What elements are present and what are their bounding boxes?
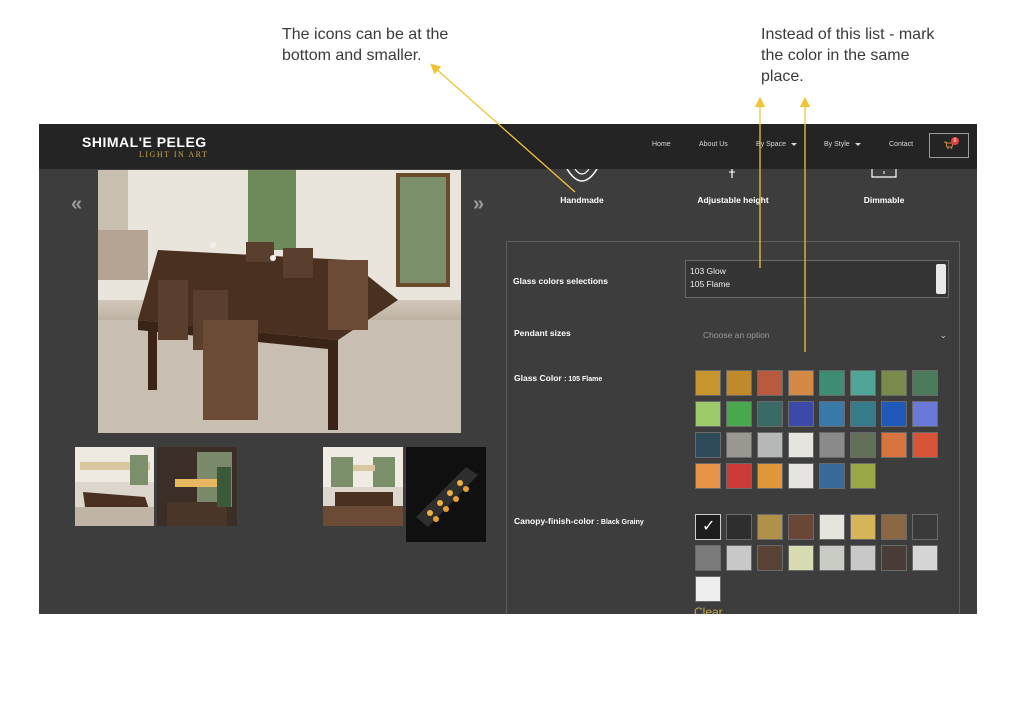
glass-color-swatch[interactable]	[726, 370, 752, 396]
gallery-next-button[interactable]: »	[473, 193, 484, 216]
glass-color-swatch[interactable]	[695, 463, 721, 489]
adjustable-height-icon	[729, 169, 735, 178]
glass-color-swatch[interactable]	[757, 401, 783, 427]
glass-color-swatch[interactable]	[819, 370, 845, 396]
logo-tagline: LIGHT IN ART	[139, 150, 209, 159]
glass-color-swatch[interactable]	[757, 432, 783, 458]
canopy-color-swatch[interactable]	[819, 545, 845, 571]
nav-by-style[interactable]: By Style	[824, 141, 861, 148]
chevron-down-icon	[854, 142, 861, 146]
nav-by-style-label: By Style	[824, 141, 850, 148]
nav-by-space[interactable]: By Space	[756, 141, 797, 148]
glass-color-swatch[interactable]	[726, 401, 752, 427]
glass-color-swatch[interactable]	[912, 432, 938, 458]
canopy-color-swatch[interactable]	[912, 545, 938, 571]
listbox-scrollbar[interactable]	[936, 264, 946, 294]
canopy-color-swatch[interactable]	[788, 514, 814, 540]
logo-name: SHIMAL'E PELEG	[82, 134, 207, 150]
pendant-sizes-label: Pendant sizes	[514, 328, 571, 338]
annotation-note-icons: The icons can be at the bottom and small…	[282, 26, 449, 64]
handmade-icon	[566, 169, 598, 182]
glass-colors-option-2[interactable]: 105 Flame	[686, 278, 948, 291]
glass-color-swatch[interactable]	[695, 432, 721, 458]
glass-color-label: Glass Color : 105 Flame	[514, 373, 602, 383]
canopy-color-swatch[interactable]	[850, 545, 876, 571]
main-product-photo	[98, 170, 461, 433]
canopy-color-swatch[interactable]	[695, 545, 721, 571]
canopy-color-swatch[interactable]	[726, 514, 752, 540]
website-screenshot: SHIMAL'E PELEG LIGHT IN ART Home About U…	[39, 124, 977, 614]
thumbnail-2[interactable]	[157, 447, 237, 526]
cart-button[interactable]: 0	[929, 133, 969, 158]
glass-color-swatch[interactable]	[850, 370, 876, 396]
glass-color-swatch[interactable]	[850, 432, 876, 458]
dimmable-icon	[871, 169, 897, 178]
chevron-down-icon	[790, 142, 797, 146]
navbar: SHIMAL'E PELEG LIGHT IN ART Home About U…	[39, 124, 977, 169]
chevron-down-icon: ⌄	[939, 330, 947, 340]
canopy-color-swatch[interactable]: ✓	[695, 514, 721, 540]
glass-color-swatch[interactable]	[757, 463, 783, 489]
gallery-prev-button[interactable]: «	[71, 193, 82, 216]
glass-color-swatch[interactable]	[881, 370, 907, 396]
glass-color-swatch[interactable]	[881, 432, 907, 458]
canopy-color-swatch[interactable]	[881, 545, 907, 571]
thumbnail-4[interactable]	[406, 447, 486, 542]
canopy-color-swatch[interactable]	[819, 514, 845, 540]
glass-color-swatch[interactable]	[819, 463, 845, 489]
feature-handmade: Handmade	[560, 195, 604, 205]
glass-color-swatch[interactable]	[695, 370, 721, 396]
glass-color-swatch[interactable]	[850, 401, 876, 427]
checkmark-icon: ✓	[702, 518, 716, 535]
glass-colors-option-1[interactable]: 103 Glow	[686, 265, 948, 278]
canopy-color-swatch[interactable]	[881, 514, 907, 540]
glass-colors-listbox[interactable]: 103 Glow 105 Flame	[685, 260, 949, 298]
glass-color-label-text: Glass Color	[514, 373, 562, 383]
glass-color-swatch[interactable]	[788, 463, 814, 489]
glass-color-swatch[interactable]	[912, 370, 938, 396]
thumbnail-1[interactable]	[75, 447, 154, 526]
glass-color-swatch[interactable]	[757, 370, 783, 396]
nav-contact[interactable]: Contact	[889, 141, 913, 148]
glass-color-swatch[interactable]	[788, 401, 814, 427]
canopy-color-swatch[interactable]	[757, 514, 783, 540]
canopy-finish-label-text: Canopy-finish-color	[514, 516, 595, 526]
annotation-note-list: Instead of this list - mark the color in…	[761, 26, 935, 85]
glass-color-swatch[interactable]	[819, 401, 845, 427]
cart-count-badge: 0	[951, 137, 959, 145]
canopy-color-swatch[interactable]	[757, 545, 783, 571]
glass-color-swatch[interactable]	[881, 401, 907, 427]
clear-selection-link[interactable]: Clear	[694, 605, 723, 614]
feature-dimmable: Dimmable	[863, 195, 905, 205]
canopy-color-swatch[interactable]	[788, 545, 814, 571]
canopy-color-swatch[interactable]	[912, 514, 938, 540]
feature-adjustable-height: Adjustable height	[697, 195, 769, 205]
canopy-color-swatch[interactable]	[850, 514, 876, 540]
glass-color-selected: : 105 Flame	[564, 376, 603, 383]
glass-color-swatch[interactable]	[850, 463, 876, 489]
canopy-finish-selected: : Black Grainy	[596, 519, 644, 526]
logo[interactable]: SHIMAL'E PELEG LIGHT IN ART	[82, 134, 207, 159]
canopy-color-swatch[interactable]	[695, 576, 721, 602]
pendant-sizes-placeholder: Choose an option	[703, 330, 770, 340]
thumbnail-3[interactable]	[323, 447, 403, 526]
pendant-sizes-select[interactable]: Choose an option ⌄	[703, 330, 947, 344]
nav-about[interactable]: About Us	[699, 141, 728, 148]
canopy-finish-label: Canopy-finish-color : Black Grainy	[514, 516, 644, 526]
glass-color-swatch[interactable]	[788, 370, 814, 396]
glass-color-swatch[interactable]	[819, 432, 845, 458]
glass-color-swatch[interactable]	[726, 432, 752, 458]
glass-color-swatch[interactable]	[788, 432, 814, 458]
glass-colors-label: Glass colors selections	[513, 276, 608, 286]
glass-color-swatch[interactable]	[726, 463, 752, 489]
nav-by-space-label: By Space	[756, 141, 786, 148]
glass-color-swatch[interactable]	[695, 401, 721, 427]
glass-color-swatch[interactable]	[912, 401, 938, 427]
canopy-color-swatch[interactable]	[726, 545, 752, 571]
nav-home[interactable]: Home	[652, 141, 671, 148]
